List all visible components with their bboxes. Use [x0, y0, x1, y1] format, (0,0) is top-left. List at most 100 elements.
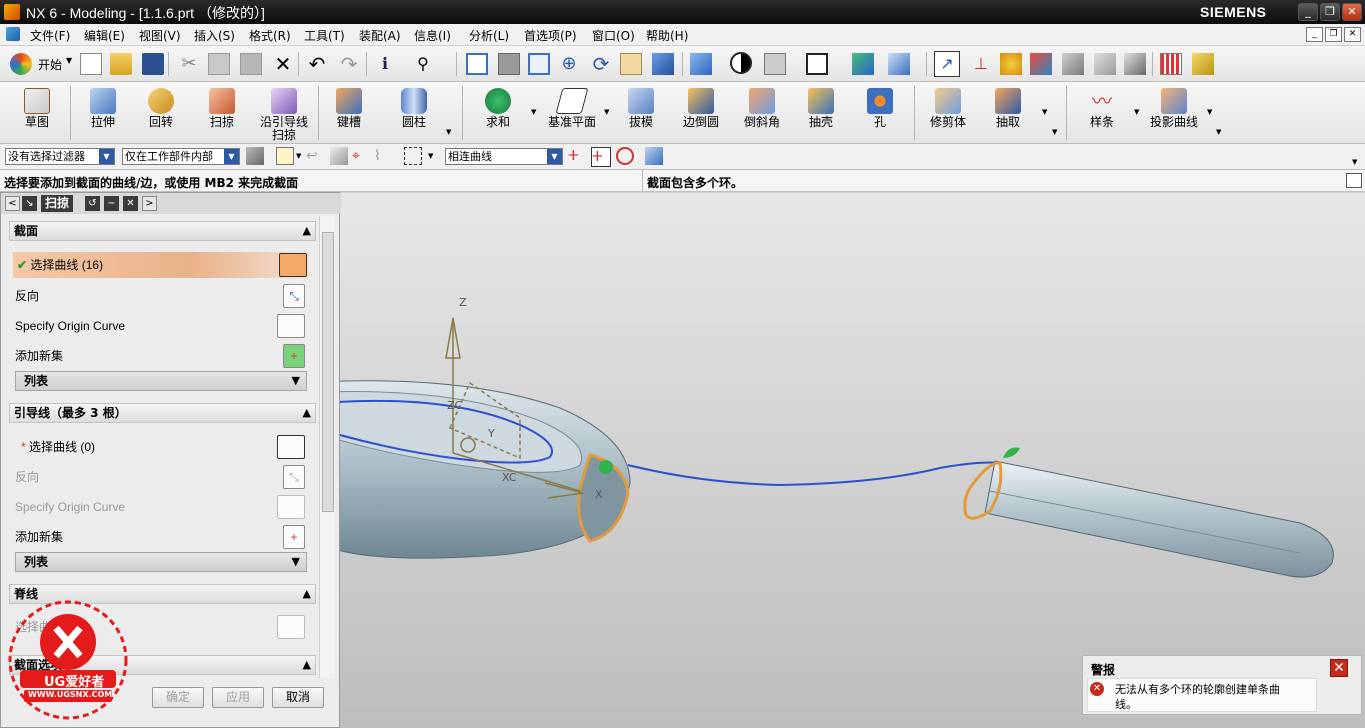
ok-button[interactable]: 确定 — [152, 687, 204, 708]
start-icon[interactable] — [10, 53, 32, 75]
curve-rule-dropdown[interactable]: 相连曲线 ▼ — [445, 148, 563, 165]
redo-icon[interactable]: ↷ — [338, 53, 360, 75]
menu-tools[interactable]: 工具(T) — [304, 27, 345, 44]
menu-edit[interactable]: 编辑(E) — [84, 27, 125, 44]
snap-dropdown-icon[interactable]: ▼ — [296, 152, 301, 160]
shaded-cube-icon[interactable] — [690, 53, 712, 75]
select-curve-icon[interactable] — [277, 435, 305, 459]
zoom-icon[interactable]: ⊕ — [558, 53, 580, 75]
delete-icon[interactable]: ✕ — [272, 53, 294, 75]
select-curve-icon[interactable] — [279, 253, 307, 277]
menu-analysis[interactable]: 分析(L) — [469, 27, 509, 44]
move-object-icon[interactable] — [888, 53, 910, 75]
start-button[interactable]: 开始 — [38, 56, 62, 73]
menu-info[interactable]: 信息(I) — [414, 27, 451, 44]
sweep-button[interactable]: 扫掠 — [194, 84, 250, 142]
more-dropdown-icon[interactable]: ▼ — [446, 128, 451, 136]
edge-blend-button[interactable]: 边倒圆 — [676, 84, 726, 142]
more-dropdown-icon-2[interactable]: ▼ — [1052, 128, 1057, 136]
layer-settings-icon[interactable] — [852, 53, 874, 75]
nx-menu-icon[interactable] — [6, 27, 20, 41]
render-style-icon[interactable] — [730, 52, 752, 74]
extract-button[interactable]: 抽取 — [982, 84, 1034, 142]
snap-point-icon[interactable] — [276, 147, 294, 165]
select-body-icon[interactable] — [330, 147, 348, 165]
measure-angle-icon[interactable] — [1192, 53, 1214, 75]
chevron-left-icon[interactable]: < — [5, 196, 20, 211]
add-new-set-icon[interactable]: + — [283, 344, 305, 368]
close-dialog-icon[interactable]: ✕ — [123, 196, 138, 211]
more-dropdown-icon-3[interactable]: ▼ — [1216, 128, 1221, 136]
menu-insert[interactable]: 插入(S) — [194, 27, 235, 44]
background-icon[interactable] — [806, 53, 828, 75]
pan-icon[interactable] — [620, 53, 642, 75]
sweep-along-guide-button[interactable]: 沿引导线扫掠 — [252, 84, 316, 142]
menu-window[interactable]: 窗口(O) — [592, 27, 635, 44]
stop-at-intersection-icon-2[interactable]: ⵜ — [568, 147, 586, 165]
select-edge-icon[interactable] — [1124, 53, 1146, 75]
apply-button[interactable]: 应用 — [212, 687, 264, 708]
feature-curves-icon[interactable] — [616, 147, 634, 165]
spline-dropdown-icon[interactable]: ▼ — [1134, 108, 1139, 116]
wcs-origin-icon[interactable]: ⊥ — [970, 53, 992, 75]
extract-dropdown-icon[interactable]: ▼ — [1042, 108, 1047, 116]
scrollbar-thumb[interactable] — [322, 232, 334, 512]
section-list-toggle[interactable]: 列表 ▼ — [15, 371, 307, 391]
menu-assembly[interactable]: 装配(A) — [359, 27, 401, 44]
doc-close-button[interactable]: ✕ — [1344, 27, 1361, 42]
hole-button[interactable]: 孔 — [856, 84, 904, 142]
guides-group-header[interactable]: 引导线（最多 3 根） ▲ — [9, 403, 316, 423]
pin-icon[interactable]: ↘ — [22, 196, 37, 211]
select-feature-icon[interactable] — [1030, 53, 1052, 75]
status-expand-icon[interactable] — [1346, 173, 1362, 188]
chevron-right-icon[interactable]: > — [142, 196, 157, 211]
unite-dropdown-icon[interactable]: ▼ — [531, 108, 536, 116]
copy-icon[interactable] — [208, 53, 230, 75]
origin-curve-icon[interactable] — [277, 314, 305, 338]
shell-button[interactable]: 抽壳 — [796, 84, 846, 142]
draft-button[interactable]: 拔模 — [616, 84, 666, 142]
zoom-window-icon[interactable] — [528, 53, 550, 75]
menu-format[interactable]: 格式(R) — [249, 27, 291, 44]
project-curve-button[interactable]: 投影曲线 — [1144, 84, 1204, 142]
datum-dropdown-icon[interactable]: ▼ — [604, 108, 609, 116]
extrude-button[interactable]: 拉伸 — [76, 84, 130, 142]
unite-button[interactable]: 求和 — [472, 84, 524, 142]
type-filter-dropdown[interactable]: 没有选择过滤器 ▼ — [5, 148, 115, 165]
guide-list-toggle[interactable]: 列表 ▼ — [15, 552, 307, 572]
paste-icon[interactable] — [240, 53, 262, 75]
sketch-button[interactable]: 草图 — [10, 84, 64, 142]
zoom-area-icon[interactable] — [498, 53, 520, 75]
select-body-icon[interactable] — [1062, 53, 1084, 75]
edge-display-icon[interactable] — [764, 53, 786, 75]
orient-view-icon[interactable] — [652, 53, 674, 75]
binoculars-icon[interactable]: ⚲ — [412, 53, 434, 75]
wcs-dynamic-icon[interactable]: ↗ — [934, 51, 960, 77]
filter-settings-icon[interactable] — [246, 147, 264, 165]
save-icon[interactable] — [142, 53, 164, 75]
guide-select-curve-row[interactable]: * 选择曲线 (0) — [15, 434, 307, 460]
cancel-button[interactable]: 取消 — [272, 687, 324, 708]
dialog-scrollbar[interactable] — [319, 216, 335, 678]
slot-button[interactable]: 键槽 — [324, 84, 374, 142]
rotate-icon[interactable]: ⟳ — [590, 53, 612, 75]
reverse-direction-icon[interactable]: ⤡ — [283, 284, 305, 308]
fit-view-icon[interactable] — [466, 53, 488, 75]
toolbar-overflow-icon[interactable]: ▼ — [1352, 158, 1357, 166]
doc-minimize-button[interactable]: _ — [1306, 27, 1323, 42]
doc-restore-button[interactable]: ❐ — [1325, 27, 1342, 42]
selection-scope-dropdown[interactable]: 仅在工作部件内部 ▼ — [122, 148, 240, 165]
snap-point-icon[interactable] — [1000, 53, 1022, 75]
new-file-icon[interactable] — [80, 53, 102, 75]
minimize-button[interactable]: _ — [1298, 3, 1318, 21]
section-select-curve-row[interactable]: ✔ 选择曲线 (16) — [13, 252, 309, 278]
start-dropdown-icon[interactable]: ▼ — [66, 56, 72, 65]
rectangle-select-icon[interactable] — [404, 147, 422, 165]
reset-icon[interactable]: ↺ — [85, 196, 100, 211]
cut-icon[interactable]: ✂ — [178, 53, 200, 75]
menu-help[interactable]: 帮助(H) — [646, 27, 688, 44]
measure-distance-icon[interactable] — [1160, 53, 1182, 75]
menu-file[interactable]: 文件(F) — [30, 27, 70, 44]
chamfer-button[interactable]: 倒斜角 — [736, 84, 788, 142]
information-icon[interactable]: ℹ — [374, 53, 396, 75]
